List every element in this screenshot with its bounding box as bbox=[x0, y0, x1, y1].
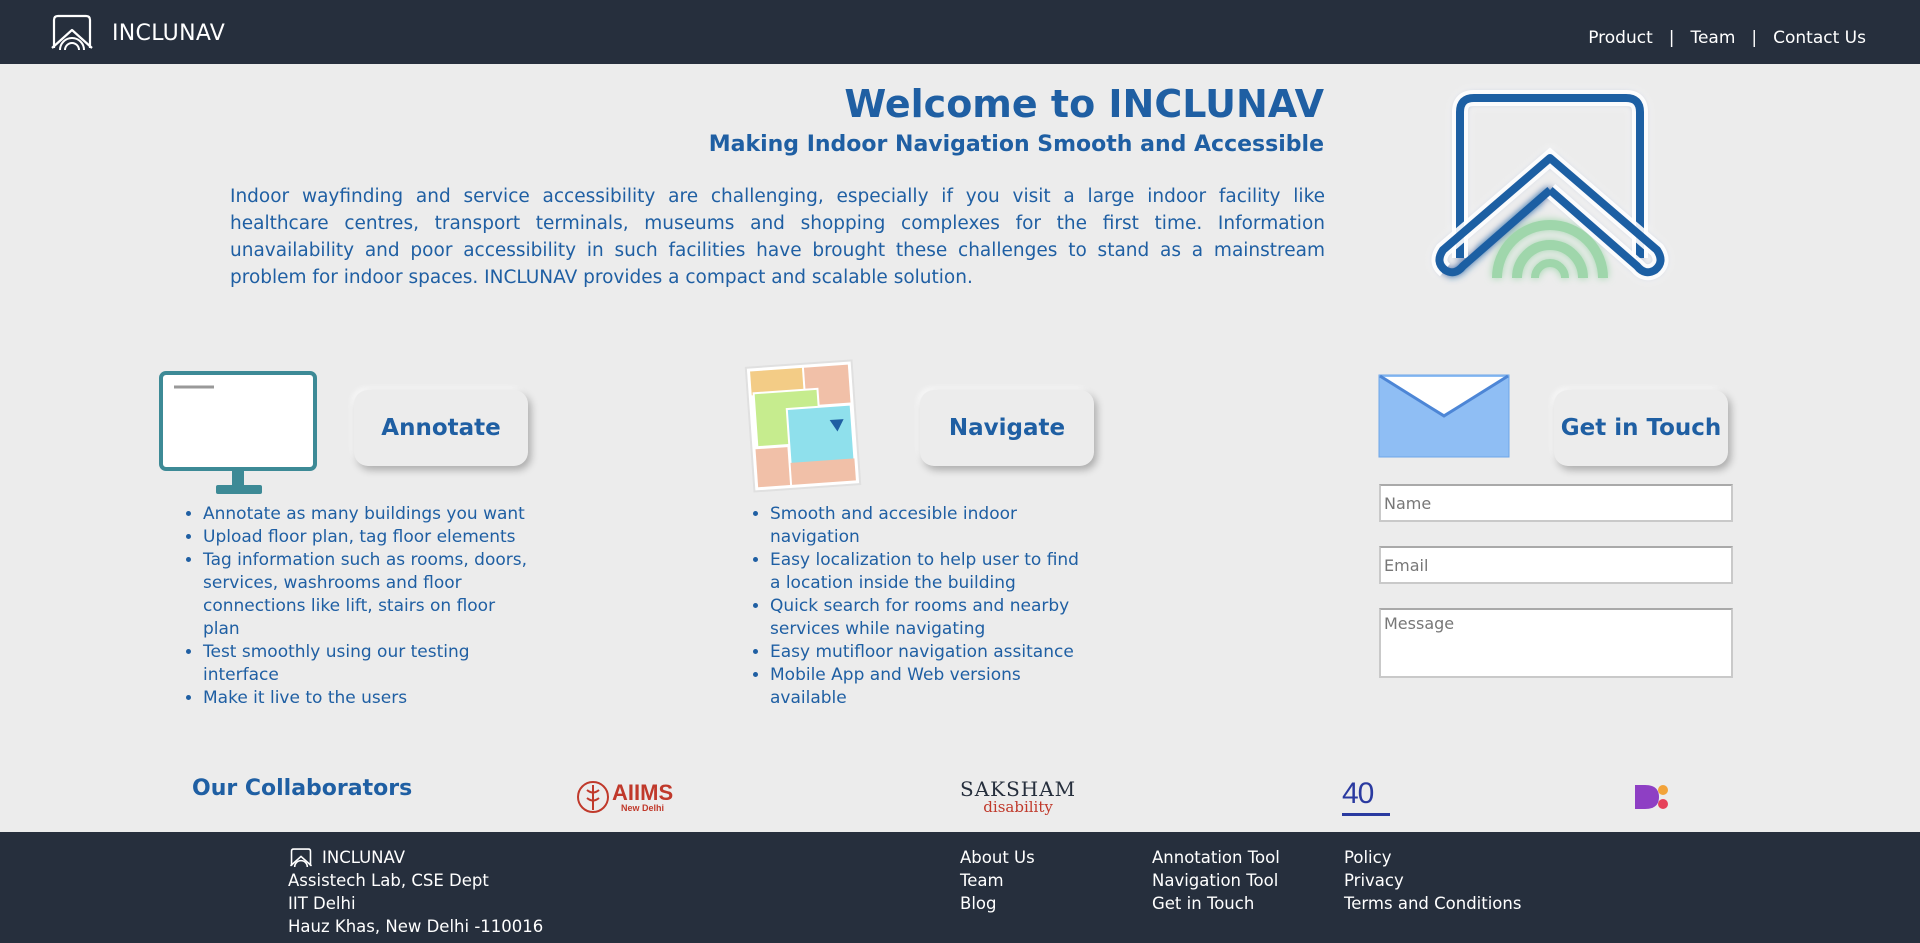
list-item: Upload floor plan, tag floor elements bbox=[203, 526, 531, 549]
list-item: Smooth and accesible indoor navigation bbox=[770, 503, 1090, 549]
footer-team-link[interactable]: Team bbox=[960, 869, 1035, 892]
footer-address-line: Assistech Lab, CSE Dept bbox=[288, 871, 489, 890]
list-item: Quick search for rooms and nearby servic… bbox=[770, 595, 1090, 641]
footer-col-legal: Policy Privacy Terms and Conditions bbox=[1344, 846, 1521, 915]
get-in-touch-button[interactable]: Get in Touch bbox=[1554, 390, 1728, 466]
footer-annotation-tool-link[interactable]: Annotation Tool bbox=[1152, 846, 1280, 869]
hero-subtitle: Making Indoor Navigation Smooth and Acce… bbox=[708, 132, 1324, 157]
footer-address-line: IIT Delhi bbox=[288, 894, 356, 913]
list-item: Easy localization to help user to find a… bbox=[770, 549, 1090, 595]
footer-about-link[interactable]: About Us bbox=[960, 846, 1035, 869]
nav-contact-link[interactable]: Contact Us bbox=[1773, 28, 1866, 48]
footer-navigation-tool-link[interactable]: Navigation Tool bbox=[1152, 869, 1280, 892]
annotate-button[interactable]: Annotate bbox=[354, 390, 528, 466]
inclunav-logo-icon bbox=[51, 14, 93, 51]
nav-separator: | bbox=[1751, 28, 1758, 48]
footer-terms-link[interactable]: Terms and Conditions bbox=[1344, 892, 1521, 915]
top-nav-links: Product | Team | Contact Us bbox=[1588, 28, 1866, 48]
collaborators-title: Our Collaborators bbox=[192, 776, 413, 801]
list-item: Make it live to the users bbox=[203, 687, 531, 710]
message-textarea[interactable] bbox=[1379, 608, 1733, 678]
40-years-underline bbox=[1342, 813, 1390, 816]
brand-home-link[interactable]: INCLUNAV bbox=[48, 14, 225, 52]
aiims-logo: AIIMS New Delhi bbox=[576, 776, 673, 818]
footer-policy-link[interactable]: Policy bbox=[1344, 846, 1521, 869]
inclunav-large-logo-icon bbox=[1431, 90, 1669, 281]
brand-name: INCLUNAV bbox=[112, 20, 226, 46]
nav-separator: | bbox=[1668, 28, 1675, 48]
annotate-feature-list: Annotate as many buildings you want Uplo… bbox=[183, 503, 531, 710]
nav-team-link[interactable]: Team bbox=[1690, 28, 1735, 48]
footer-get-in-touch-link[interactable]: Get in Touch bbox=[1152, 892, 1280, 915]
name-input[interactable] bbox=[1379, 484, 1733, 522]
d-logo bbox=[1633, 776, 1671, 818]
envelope-icon bbox=[1378, 374, 1510, 458]
list-item: Test smoothly using our testing interfac… bbox=[203, 641, 531, 687]
footer-brand: INCLUNAV bbox=[322, 848, 406, 867]
footer-address: INCLUNAV Assistech Lab, CSE Dept IIT Del… bbox=[288, 846, 543, 938]
aiims-text: AIIMS bbox=[612, 779, 674, 805]
list-item: Easy mutifloor navigation assitance bbox=[770, 641, 1090, 664]
saksham-logo: SAKSHAM disability bbox=[960, 776, 1076, 818]
floor-map-icon bbox=[744, 359, 862, 493]
40-years-text: 40 bbox=[1342, 777, 1374, 810]
email-input[interactable] bbox=[1379, 546, 1733, 584]
list-item: Annotate as many buildings you want bbox=[203, 503, 531, 526]
40-years-logo: 40 bbox=[1342, 776, 1394, 818]
inclunav-footer-logo-icon bbox=[289, 847, 313, 867]
aiims-emblem-icon bbox=[577, 781, 609, 813]
navigate-feature-list: Smooth and accesible indoor navigation E… bbox=[750, 503, 1090, 710]
list-item: Mobile App and Web versions available bbox=[770, 664, 1090, 710]
top-navbar: INCLUNAV Product | Team | Contact Us bbox=[0, 0, 1920, 64]
d-brand-icon bbox=[1635, 785, 1668, 809]
footer-col-tools: Annotation Tool Navigation Tool Get in T… bbox=[1152, 846, 1280, 915]
footer-privacy-link[interactable]: Privacy bbox=[1344, 869, 1521, 892]
aiims-subtext: New Delhi bbox=[621, 802, 665, 813]
hero-description: Indoor wayfinding and service accessibil… bbox=[230, 186, 1325, 288]
footer-address-line: Hauz Khas, New Delhi -110016 bbox=[288, 917, 544, 936]
navigate-button[interactable]: Navigate bbox=[920, 390, 1094, 466]
nav-product-link[interactable]: Product bbox=[1588, 28, 1653, 48]
footer-col-company: About Us Team Blog bbox=[960, 846, 1035, 915]
monitor-icon bbox=[159, 371, 317, 494]
saksham-text: SAKSHAM bbox=[960, 777, 1077, 801]
footer-blog-link[interactable]: Blog bbox=[960, 892, 1035, 915]
list-item: Tag information such as rooms, doors, se… bbox=[203, 549, 531, 641]
saksham-subtext: disability bbox=[983, 798, 1053, 816]
footer: INCLUNAV Assistech Lab, CSE Dept IIT Del… bbox=[0, 832, 1920, 943]
hero-title: Welcome to INCLUNAV bbox=[844, 82, 1324, 126]
